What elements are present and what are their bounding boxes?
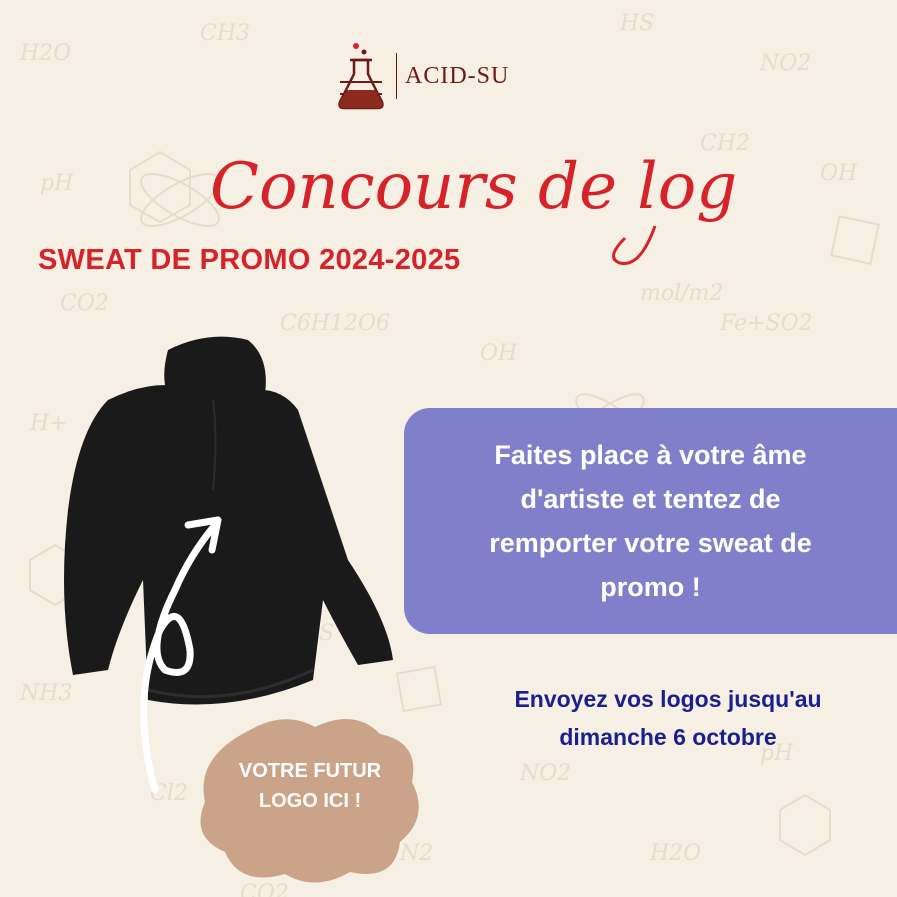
background-formula: CO2 (60, 291, 109, 316)
info-line: promo ! (600, 572, 701, 602)
deadline-line: Envoyez vos logos jusqu'au (514, 686, 822, 712)
flask-icon (338, 43, 384, 110)
background-formula: HS (619, 11, 654, 36)
deadline-text: Envoyez vos logos jusqu'au dimanche 6 oc… (448, 680, 888, 756)
badge-line: VOTRE FUTUR (238, 760, 382, 782)
badge-text: VOTRE FUTUR LOGO ICI ! (190, 756, 430, 816)
info-text: Faites place à votre âme d'artiste et te… (431, 433, 871, 609)
background-formula: pH (40, 171, 74, 196)
poster: H2O CH3 HS NO2 pH CH2 OH CO2 C6H12O6 Fe+SO2 H+ mol/… (0, 0, 897, 897)
background-formula: H2O (19, 41, 71, 66)
background-formula: NO2 (519, 761, 571, 786)
background-formula: mol/m2 (640, 281, 723, 306)
background-formula: NO2 (759, 51, 811, 76)
title-text: Concours de logo (210, 150, 740, 224)
badge-line: LOGO ICI ! (258, 790, 362, 812)
brand-logo: ACID-SU (330, 38, 550, 114)
brand-name: ACID-SU (405, 62, 510, 89)
subtitle: SWEAT DE PROMO 2024-2025 (38, 244, 461, 276)
background-formula: OH (480, 341, 518, 366)
deadline-line: dimanche 6 octobre (559, 724, 777, 750)
background-formula: CH3 (200, 21, 250, 46)
info-line: d'artiste et tentez de (520, 484, 781, 514)
logo-divider (396, 53, 397, 99)
background-formula: H2O (649, 841, 701, 866)
background-formula: OH (820, 161, 858, 186)
info-line: Faites place à votre âme (494, 440, 807, 470)
info-box: Faites place à votre âme d'artiste et te… (404, 408, 897, 634)
background-formula: Fe+SO2 (719, 311, 813, 336)
info-line: remporter votre sweat de (489, 528, 812, 558)
